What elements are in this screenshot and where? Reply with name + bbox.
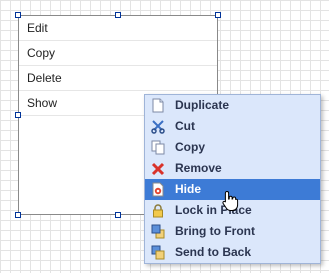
cut-icon xyxy=(151,120,165,134)
copy-icon xyxy=(151,140,165,155)
menu-item-label: Send to Back xyxy=(175,245,252,259)
hand-cursor-icon xyxy=(222,190,239,211)
resize-handle-bottom-left[interactable] xyxy=(15,212,21,218)
resize-handle-top-left[interactable] xyxy=(15,12,21,18)
menu-item-label: Copy xyxy=(175,140,205,154)
list-row-edit[interactable]: Edit xyxy=(19,16,217,41)
send-to-back-icon xyxy=(151,245,165,260)
resize-handle-left[interactable] xyxy=(15,112,21,118)
menu-item-label: Remove xyxy=(175,161,222,175)
resize-handle-top[interactable] xyxy=(115,12,121,18)
duplicate-icon xyxy=(152,98,164,113)
list-row-copy[interactable]: Copy xyxy=(19,41,217,66)
list-row-delete[interactable]: Delete xyxy=(19,66,217,91)
hide-icon xyxy=(152,182,164,197)
menu-item-remove[interactable]: Remove xyxy=(145,158,320,179)
menu-item-label: Cut xyxy=(175,119,195,133)
lock-icon xyxy=(153,204,163,218)
menu-item-bring-to-front[interactable]: Bring to Front xyxy=(145,221,320,242)
resize-handle-top-right[interactable] xyxy=(215,12,221,18)
menu-item-label: Lock in Place xyxy=(175,203,252,217)
menu-item-copy[interactable]: Copy xyxy=(145,137,320,158)
menu-item-send-to-back[interactable]: Send to Back xyxy=(145,242,320,263)
remove-icon xyxy=(151,162,165,176)
bring-to-front-icon xyxy=(151,224,165,239)
menu-item-duplicate[interactable]: Duplicate xyxy=(145,95,320,116)
menu-item-label: Hide xyxy=(175,182,202,196)
context-menu: Duplicate Cut Copy Remove Hide Lock in P… xyxy=(144,94,321,264)
menu-item-label: Bring to Front xyxy=(175,224,255,238)
menu-item-cut[interactable]: Cut xyxy=(145,116,320,137)
resize-handle-bottom[interactable] xyxy=(115,212,121,218)
menu-item-label: Duplicate xyxy=(175,98,230,112)
